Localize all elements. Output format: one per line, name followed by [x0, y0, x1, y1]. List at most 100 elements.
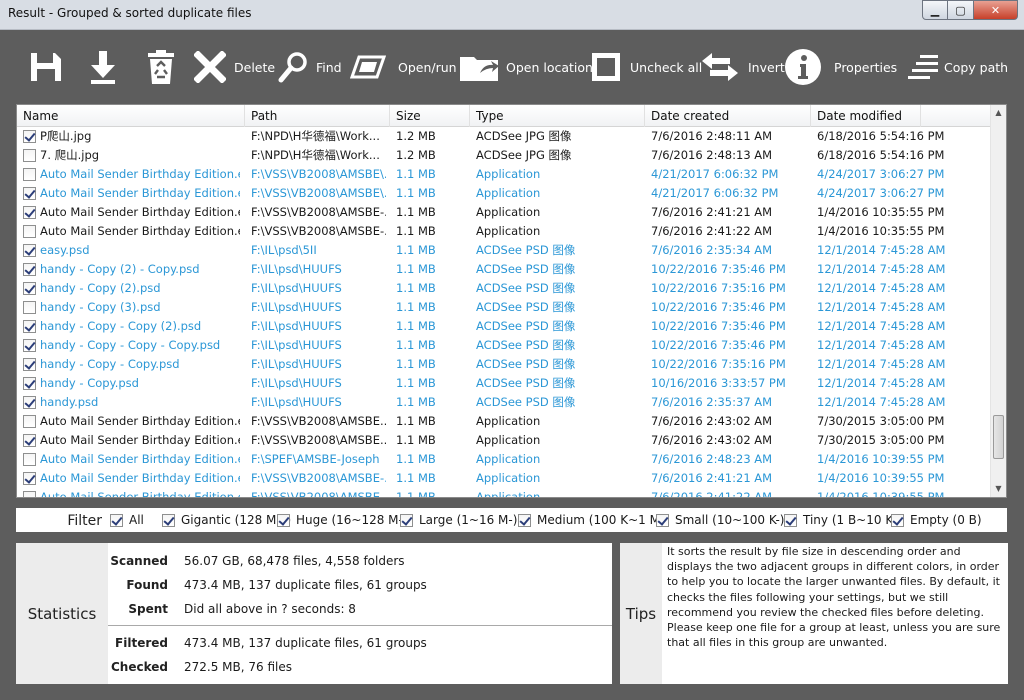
table-row[interactable]: handy.psd F:\IL\psd\HUUFS 1.1 MB ACDSee PSD… [17, 393, 992, 412]
table-row[interactable]: Auto Mail Sender Birthday Edition.exe F:\… [17, 469, 992, 488]
table-row[interactable]: Auto Mail Sender Birthday Edition.exe F:\… [17, 431, 992, 450]
filter-checkbox[interactable] [518, 513, 531, 527]
invert-button[interactable]: Invert [700, 46, 785, 88]
filter-checkbox[interactable] [277, 513, 290, 527]
open-run-button[interactable]: Open/run [350, 46, 457, 88]
row-checkbox[interactable] [23, 472, 36, 485]
filter-option[interactable]: Gigantic (128 M+) [162, 508, 291, 532]
filter-option[interactable]: Large (1~16 M-) [400, 508, 517, 532]
cell-created: 10/16/2016 3:33:57 PM [651, 376, 786, 390]
row-checkbox[interactable] [23, 453, 36, 466]
cell-size: 1.1 MB [396, 186, 436, 200]
filter-checkbox[interactable] [400, 513, 413, 527]
scroll-thumb[interactable] [993, 415, 1004, 459]
properties-button[interactable]: Properties [784, 46, 897, 88]
row-checkbox[interactable] [23, 282, 36, 295]
row-checkbox[interactable] [23, 491, 36, 497]
results-grid: Name Path Size Type Date created Date mo… [16, 104, 1007, 498]
cell-name: handy - Copy (3).psd [40, 300, 161, 314]
row-checkbox[interactable] [23, 225, 36, 238]
column-header-size[interactable]: Size [390, 105, 470, 127]
filter-option[interactable]: All [110, 508, 144, 532]
filter-option[interactable]: Tiny (1 B~10 K-) [784, 508, 901, 532]
copy-path-button[interactable]: Copy path [906, 46, 1008, 88]
row-checkbox[interactable] [23, 130, 36, 143]
row-checkbox[interactable] [23, 149, 36, 162]
filter-checkbox[interactable] [784, 513, 797, 527]
filter-checkbox[interactable] [162, 513, 175, 527]
filter-checkbox[interactable] [110, 513, 123, 527]
cell-type: ACDSee PSD 图像 [476, 376, 576, 390]
table-row[interactable]: handy - Copy (3).psd F:\IL\psd\HUUFS 1.1 M… [17, 298, 992, 317]
row-checkbox[interactable] [23, 263, 36, 276]
row-checkbox[interactable] [23, 301, 36, 314]
uncheck-all-button[interactable]: Uncheck all [590, 46, 702, 88]
recycle-button[interactable] [146, 46, 176, 88]
row-checkbox[interactable] [23, 434, 36, 447]
row-checkbox[interactable] [23, 206, 36, 219]
table-row[interactable]: 7. 爬山.jpg F:\NPD\H华德福\Work... 1.2 MB ACDSee… [17, 146, 992, 165]
cell-created: 10/22/2016 7:35:16 PM [651, 281, 786, 295]
row-checkbox[interactable] [23, 339, 36, 352]
filter-option-label: All [129, 513, 144, 527]
column-header-date-modified[interactable]: Date modified [811, 105, 921, 127]
cell-size: 1.1 MB [396, 490, 436, 498]
cell-name: Auto Mail Sender Birthday Edition.exe [40, 452, 240, 466]
row-checkbox[interactable] [23, 244, 36, 257]
table-row[interactable]: Auto Mail Sender Birthday Edition.exe F:\… [17, 450, 992, 469]
filter-option[interactable]: Small (10~100 K-) [656, 508, 785, 532]
table-row[interactable]: Auto Mail Sender Birthday Edition.exe F:\… [17, 488, 992, 498]
open-location-button[interactable]: Open location [458, 46, 593, 88]
column-header-path[interactable]: Path [245, 105, 390, 127]
table-row[interactable]: easy.psd F:\IL\psd\5II 1.1 MB ACDSee PSD 图像… [17, 241, 992, 260]
row-checkbox[interactable] [23, 187, 36, 200]
cell-type: Application [476, 167, 541, 181]
table-row[interactable]: handy - Copy - Copy.psd F:\IL\psd\HUUFS 1.… [17, 355, 992, 374]
column-header-date-created[interactable]: Date created [645, 105, 811, 127]
row-checkbox[interactable] [23, 396, 36, 409]
row-checkbox[interactable] [23, 377, 36, 390]
filter-option[interactable]: Medium (100 K~1 M-) [518, 508, 669, 532]
table-row[interactable]: Auto Mail Sender Birthday Edition.exe F:\… [17, 165, 992, 184]
table-row[interactable]: handy - Copy - Copy - Copy.psd F:\IL\psd\… [17, 336, 992, 355]
filter-option[interactable]: Empty (0 B) [891, 508, 982, 532]
scroll-down-arrow-icon[interactable]: ▼ [991, 481, 1006, 497]
minimize-button[interactable]: ▁ [922, 0, 948, 20]
cell-modified: 6/18/2016 5:54:16 PM [817, 129, 945, 143]
table-row[interactable]: handy - Copy - Copy (2).psd F:\IL\psd\HUU… [17, 317, 992, 336]
scroll-up-arrow-icon[interactable]: ▲ [991, 105, 1006, 121]
cell-name: Auto Mail Sender Birthday Edition.exe [40, 224, 240, 238]
row-checkbox[interactable] [23, 168, 36, 181]
find-button[interactable]: Find [278, 46, 342, 88]
save-button[interactable] [28, 46, 64, 88]
copy-path-icon [908, 55, 938, 79]
delete-button[interactable]: Delete [194, 46, 275, 88]
table-row[interactable]: Auto Mail Sender Birthday Edition.exe F:\… [17, 203, 992, 222]
filter-checkbox[interactable] [891, 513, 904, 527]
table-row[interactable]: handy - Copy (2).psd F:\IL\psd\HUUFS 1.1 M… [17, 279, 992, 298]
table-row[interactable]: handy - Copy (2) - Copy.psd F:\IL\psd\HUU… [17, 260, 992, 279]
export-button[interactable] [88, 46, 118, 88]
close-button[interactable]: ✕ [974, 0, 1018, 20]
row-checkbox[interactable] [23, 415, 36, 428]
maximize-button[interactable]: ▢ [948, 0, 974, 20]
table-row[interactable]: Auto Mail Sender Birthday Edition.exe F:\… [17, 184, 992, 203]
cell-modified: 1/4/2016 10:39:55 PM [817, 490, 945, 498]
row-checkbox[interactable] [23, 358, 36, 371]
filter-option[interactable]: Huge (16~128 M-) [277, 508, 408, 532]
table-row[interactable]: P爬山.jpg F:\NPD\H华德福\Work... 1.2 MB ACDSee J… [17, 127, 992, 146]
tips-text: It sorts the result by file size in desc… [667, 545, 1001, 650]
cell-type: ACDSee PSD 图像 [476, 300, 576, 314]
row-checkbox[interactable] [23, 320, 36, 333]
table-row[interactable]: Auto Mail Sender Birthday Edition.exe F:\… [17, 412, 992, 431]
column-header-type[interactable]: Type [470, 105, 645, 127]
cell-name: Auto Mail Sender Birthday Edition.exe [40, 167, 240, 181]
cell-created: 7/6/2016 2:48:11 AM [651, 129, 773, 143]
cell-size: 1.1 MB [396, 433, 436, 447]
column-header-name[interactable]: Name [17, 105, 245, 127]
filter-checkbox[interactable] [656, 513, 669, 527]
table-row[interactable]: Auto Mail Sender Birthday Edition.exe F:\… [17, 222, 992, 241]
folder-open-icon [460, 57, 499, 81]
table-row[interactable]: handy - Copy.psd F:\IL\psd\HUUFS 1.1 MB ACD… [17, 374, 992, 393]
vertical-scrollbar[interactable]: ▲ ▼ [990, 105, 1006, 497]
